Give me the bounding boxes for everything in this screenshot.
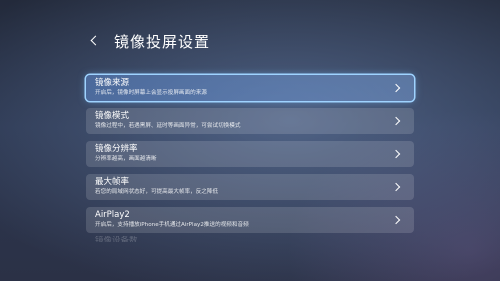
setting-description: 开启后，支持播放iPhone手机通过AirPlay2推送的视频和音频 (95, 222, 249, 228)
setting-max-frame-rate[interactable]: 最大帧率 若您的局域网状态好，可提高最大帧率，反之降低 (86, 174, 414, 200)
page-header: 镜像投屏设置 (88, 30, 210, 52)
setting-title: 最大帧率 (95, 177, 130, 187)
chevron-right-icon (392, 116, 402, 126)
setting-partial-item-title: 镜像设备数 (95, 236, 138, 242)
setting-mirror-resolution[interactable]: 镜像分辨率 分辨率越高，画面越清晰 (86, 141, 414, 167)
page-title: 镜像投屏设置 (114, 32, 211, 51)
setting-description: 分辨率越高，画面越清晰 (95, 156, 157, 162)
setting-title: AirPlay2 (95, 210, 130, 220)
setting-description: 镜像过程中，若遇黑屏、延时等画面异常，可尝试切换模式 (95, 123, 241, 129)
back-icon[interactable] (88, 31, 102, 51)
setting-title: 镜像模式 (95, 111, 130, 121)
setting-mirror-source[interactable]: 镜像来源 开启后，镜像时屏幕上会显示投屏画面的来源 (86, 75, 414, 101)
chevron-right-icon (392, 83, 402, 93)
chevron-right-icon (392, 215, 402, 225)
setting-description: 开启后，镜像时屏幕上会显示投屏画面的来源 (95, 90, 207, 96)
setting-title: 镜像分辨率 (95, 144, 138, 154)
setting-description: 若您的局域网状态好，可提高最大帧率，反之降低 (95, 189, 219, 195)
setting-title: 镜像来源 (95, 78, 130, 88)
chevron-right-icon (392, 149, 402, 159)
settings-list: 镜像来源 开启后，镜像时屏幕上会显示投屏画面的来源 镜像模式 镜像过程中，若遇黑… (86, 75, 414, 240)
setting-mirror-mode[interactable]: 镜像模式 镜像过程中，若遇黑屏、延时等画面异常，可尝试切换模式 (86, 108, 414, 134)
chevron-right-icon (392, 182, 402, 192)
setting-airplay2[interactable]: AirPlay2 开启后，支持播放iPhone手机通过AirPlay2推送的视频… (86, 207, 414, 233)
